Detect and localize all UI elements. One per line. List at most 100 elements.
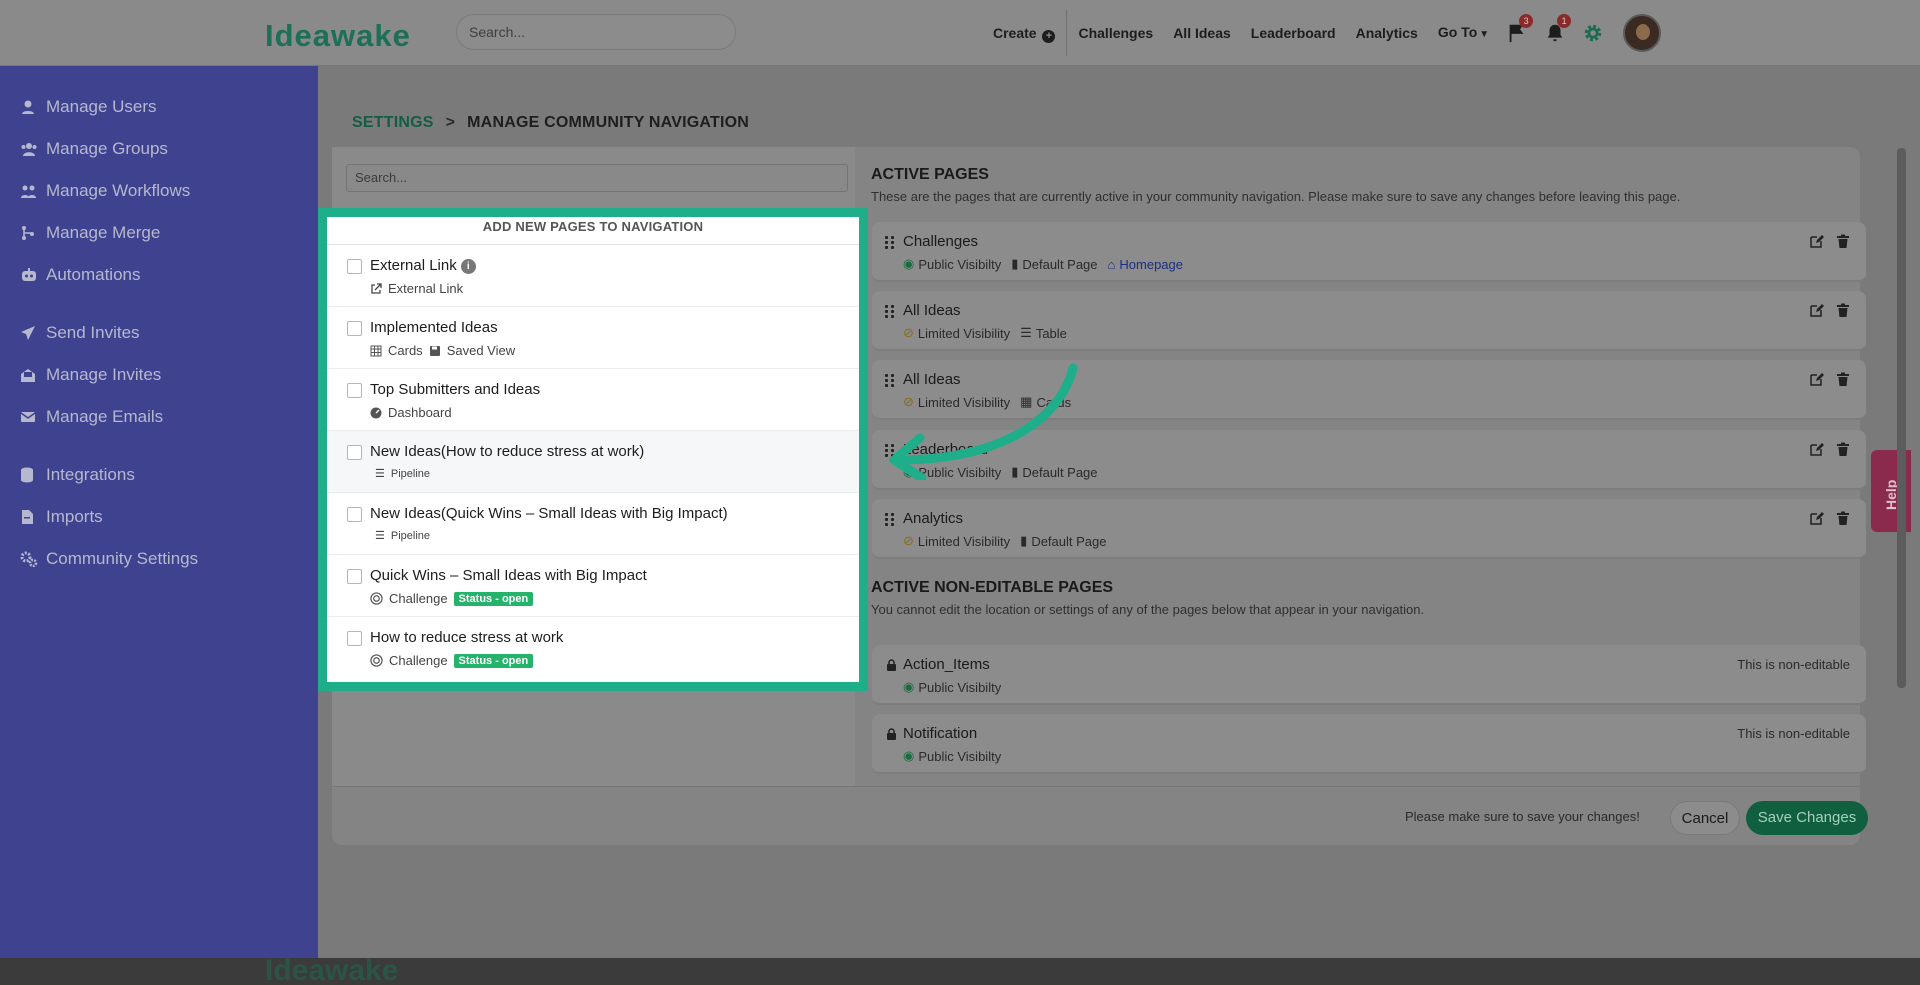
eye-icon: ◉ xyxy=(903,679,915,694)
eye-slash-icon: ⊘ xyxy=(903,533,914,548)
flag-button[interactable]: 3 xyxy=(1503,14,1534,48)
page-type: Table xyxy=(1035,325,1067,341)
non-editable-label: This is non-editable xyxy=(1737,726,1850,741)
settings-button[interactable] xyxy=(1579,18,1609,48)
sidebar-item-integrations[interactable]: Integrations xyxy=(20,465,135,485)
file-import-icon xyxy=(20,509,36,525)
list-item-new-ideas-stress[interactable]: New Ideas(How to reduce stress at work) … xyxy=(327,431,859,493)
checkbox[interactable] xyxy=(347,321,362,336)
footer-logo: Ideawake xyxy=(265,954,399,985)
visibility-label: Limited Visibility xyxy=(917,533,1011,549)
lock-icon xyxy=(887,659,896,671)
trash-icon[interactable] xyxy=(1836,511,1850,525)
visibility-label: Public Visibilty xyxy=(918,256,1002,272)
users-icon xyxy=(20,141,37,157)
user-icon xyxy=(20,99,36,115)
info-icon[interactable]: i xyxy=(460,259,476,274)
item-title: Top Submitters and Ideas xyxy=(370,381,541,398)
sidebar-item-manage-groups[interactable]: Manage Groups xyxy=(20,139,168,159)
pages-search-input[interactable]: Search... xyxy=(346,164,848,192)
sidebar-item-send-invites[interactable]: Send Invites xyxy=(20,323,140,343)
drag-handle-icon[interactable] xyxy=(885,513,895,527)
add-pages-list: ADD NEW PAGES TO NAVIGATION External Lin… xyxy=(318,208,868,691)
lock-icon xyxy=(887,728,896,740)
trash-icon[interactable] xyxy=(1836,442,1850,456)
edit-icon[interactable] xyxy=(1810,372,1824,386)
goto-dropdown[interactable]: Go To ▼ xyxy=(1428,0,1499,68)
list-item-stress-challenge[interactable]: How to reduce stress at work Challenge St… xyxy=(327,617,859,679)
target-icon xyxy=(370,654,383,667)
checkbox[interactable] xyxy=(347,383,362,398)
plus-circle-icon: + xyxy=(1042,30,1056,43)
visibility-label: Public Visibilty xyxy=(918,679,1002,695)
drag-handle-icon[interactable] xyxy=(885,305,895,319)
create-button[interactable]: Create + xyxy=(983,0,1065,66)
page-type: Default Page xyxy=(1022,256,1098,272)
ideawake-logo[interactable]: Ideawake xyxy=(265,18,411,54)
drag-handle-icon[interactable] xyxy=(885,236,895,250)
item-subtype: Saved View xyxy=(446,343,516,358)
page-title: Challenges xyxy=(903,233,979,250)
status-badge: Status - open xyxy=(453,591,534,606)
database-icon xyxy=(20,467,36,483)
table-icon xyxy=(370,345,382,356)
scrollbar-thumb[interactable] xyxy=(1897,148,1906,688)
item-title: External Link xyxy=(370,257,457,274)
checkbox[interactable] xyxy=(347,259,362,274)
edit-icon[interactable] xyxy=(1810,442,1824,456)
active-page-card[interactable]: All Ideas ⊘ Limited Visibility ☰ Table xyxy=(872,291,1866,351)
non-editable-label: This is non-editable xyxy=(1737,657,1850,672)
checkbox[interactable] xyxy=(347,631,362,646)
sidebar-item-manage-users[interactable]: Manage Users xyxy=(20,97,157,117)
nav-leaderboard[interactable]: Leaderboard xyxy=(1241,0,1346,66)
trash-icon[interactable] xyxy=(1836,303,1850,317)
non-editable-card: Notification ◉ Public Visibilty This is n… xyxy=(872,714,1866,774)
breadcrumb-settings-link[interactable]: SETTINGS xyxy=(352,114,434,131)
visibility-label: Public Visibilty xyxy=(918,748,1002,764)
list-item-implemented-ideas[interactable]: Implemented Ideas Cards Saved View xyxy=(327,307,859,369)
user-avatar[interactable] xyxy=(1623,14,1662,52)
workflow-icon xyxy=(20,183,36,199)
save-changes-button[interactable]: Save Changes xyxy=(1746,801,1868,835)
list-item-quick-wins-challenge[interactable]: Quick Wins – Small Ideas with Big Impact… xyxy=(327,555,859,617)
checkbox[interactable] xyxy=(347,569,362,584)
trash-icon[interactable] xyxy=(1836,372,1850,386)
cancel-button[interactable]: Cancel xyxy=(1670,801,1740,835)
nav-divider xyxy=(1066,10,1068,56)
nav-analytics[interactable]: Analytics xyxy=(1346,0,1428,66)
nav-challenges[interactable]: Challenges xyxy=(1068,0,1163,66)
active-page-card[interactable]: Challenges ◉ Public Visibilty ▮ Default Pag… xyxy=(872,222,1866,282)
envelope-icon xyxy=(20,409,36,425)
eye-slash-icon: ⊘ xyxy=(903,325,914,340)
list-item-new-ideas-quick-wins[interactable]: New Ideas(Quick Wins – Small Ideas with … xyxy=(327,493,859,555)
sidebar-item-manage-merge[interactable]: Manage Merge xyxy=(20,223,160,243)
nav-all-ideas[interactable]: All Ideas xyxy=(1163,0,1241,66)
item-type: Dashboard xyxy=(388,405,452,420)
global-search-input[interactable]: Search... xyxy=(456,14,736,50)
edit-icon[interactable] xyxy=(1810,303,1824,317)
list-item-top-submitters[interactable]: Top Submitters and Ideas Dashboard xyxy=(327,369,859,431)
sidebar-item-community-settings[interactable]: Community Settings xyxy=(20,549,198,569)
edit-icon[interactable] xyxy=(1810,234,1824,248)
notifications-button[interactable]: 1 xyxy=(1541,14,1572,48)
sidebar-item-manage-workflows[interactable]: Manage Workflows xyxy=(20,181,190,201)
checkbox[interactable] xyxy=(347,445,362,460)
home-icon: ⌂ xyxy=(1107,256,1116,272)
checkbox[interactable] xyxy=(347,507,362,522)
sidebar-item-manage-emails[interactable]: Manage Emails xyxy=(20,407,163,427)
sidebar-item-imports[interactable]: Imports xyxy=(20,507,103,527)
active-page-card[interactable]: Analytics ⊘ Limited Visibility ▮ Default Pa… xyxy=(872,499,1866,559)
sidebar-item-automations[interactable]: Automations xyxy=(20,265,141,285)
list-item-external-link[interactable]: External Link i External Link xyxy=(327,245,859,307)
list-icon: ☰ xyxy=(375,530,385,542)
item-type: Cards xyxy=(388,343,423,358)
target-icon xyxy=(370,592,383,605)
edit-icon[interactable] xyxy=(1810,511,1824,525)
eye-icon: ◉ xyxy=(903,256,915,271)
trash-icon[interactable] xyxy=(1836,234,1850,248)
sidebar-item-manage-invites[interactable]: Manage Invites xyxy=(20,365,161,385)
tutorial-arrow xyxy=(889,363,1078,480)
top-navbar: Ideawake Search... Create + Challenges A… xyxy=(0,0,1920,66)
page-title: Analytics xyxy=(903,510,964,527)
list-icon: ☰ xyxy=(375,468,385,480)
